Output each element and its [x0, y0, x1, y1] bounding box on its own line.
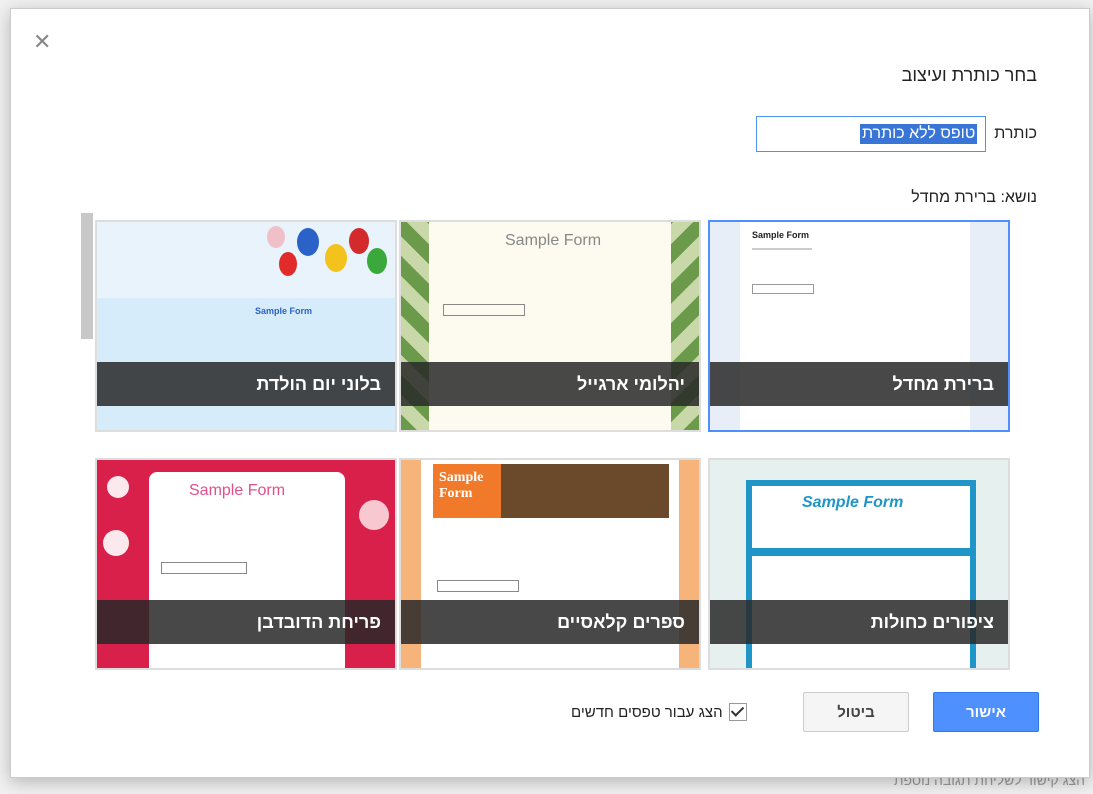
theme-tile-argyle[interactable]: Sample Form יהלומי ארגייל [399, 220, 701, 432]
flower-white-icon [107, 476, 129, 498]
default-preview-field [752, 284, 814, 294]
theme-tile-bluebirds[interactable]: Sample Form ציפורים כחולות [708, 458, 1010, 670]
theme-tile-balloons[interactable]: Sample Form בלוני יום הולדת [95, 220, 397, 432]
argyle-preview-field [443, 304, 525, 316]
cancel-button[interactable]: ביטול [803, 692, 909, 732]
flower-white2-icon [103, 530, 129, 556]
title-row: כותרת טופס ללא כותרת [737, 112, 1037, 156]
cherry-preview-field [161, 562, 247, 574]
balloon-yellow-icon [325, 244, 347, 272]
show-for-new-row: הצג עבור טפסים חדשים [571, 703, 747, 721]
default-preview-line [752, 248, 812, 250]
theme-label: נושא: ברירת מחדל [911, 189, 1037, 206]
dialog-title: בחר כותרת ועיצוב [901, 65, 1037, 85]
theme-name-cherry: פריחת הדובדבן [97, 600, 395, 644]
cherry-preview-title: Sample Form [189, 482, 286, 499]
theme-tile-books[interactable]: Sample Form ספרים קלאסיים [399, 458, 701, 670]
books-preview-title: Sample Form [439, 470, 484, 501]
close-icon[interactable]: ✕ [33, 31, 51, 53]
bluebirds-preview-title: Sample Form [802, 494, 904, 511]
balloon-green-icon [367, 248, 387, 274]
theme-dialog: ✕ בחר כותרת ועיצוב כותרת טופס ללא כותרת … [10, 8, 1090, 778]
balloons-preview-title: Sample Form [255, 306, 313, 316]
books-preview-field [437, 580, 519, 592]
title-label: כותרת [994, 125, 1037, 142]
balloon-pink-icon [267, 226, 285, 248]
scrollbar-thumb[interactable] [81, 213, 93, 339]
title-input-value: טופס ללא כותרת [859, 124, 978, 144]
show-for-new-checkbox[interactable] [728, 703, 747, 721]
show-for-new-label: הצג עבור טפסים חדשים [571, 703, 723, 721]
theme-name-bluebirds: ציפורים כחולות [710, 600, 1008, 644]
balloon-red-icon [349, 228, 369, 254]
theme-name-argyle: יהלומי ארגייל [401, 362, 699, 406]
ok-button[interactable]: אישור [933, 692, 1039, 732]
balloon-red2-icon [279, 252, 297, 276]
theme-tile-cherry[interactable]: Sample Form פריחת הדובדבן [95, 458, 397, 670]
theme-name-default: ברירת מחדל [710, 362, 1008, 406]
theme-name-balloons: בלוני יום הולדת [97, 362, 395, 406]
default-preview-title: Sample Form [752, 230, 810, 240]
flower-pink-icon [359, 500, 389, 530]
argyle-preview-title: Sample Form [505, 232, 602, 249]
title-input[interactable]: טופס ללא כותרת [756, 116, 987, 152]
theme-name-books: ספרים קלאסיים [401, 600, 699, 644]
balloon-blue-icon [297, 228, 319, 256]
theme-tile-default[interactable]: Sample Form ברירת מחדל [708, 220, 1010, 432]
